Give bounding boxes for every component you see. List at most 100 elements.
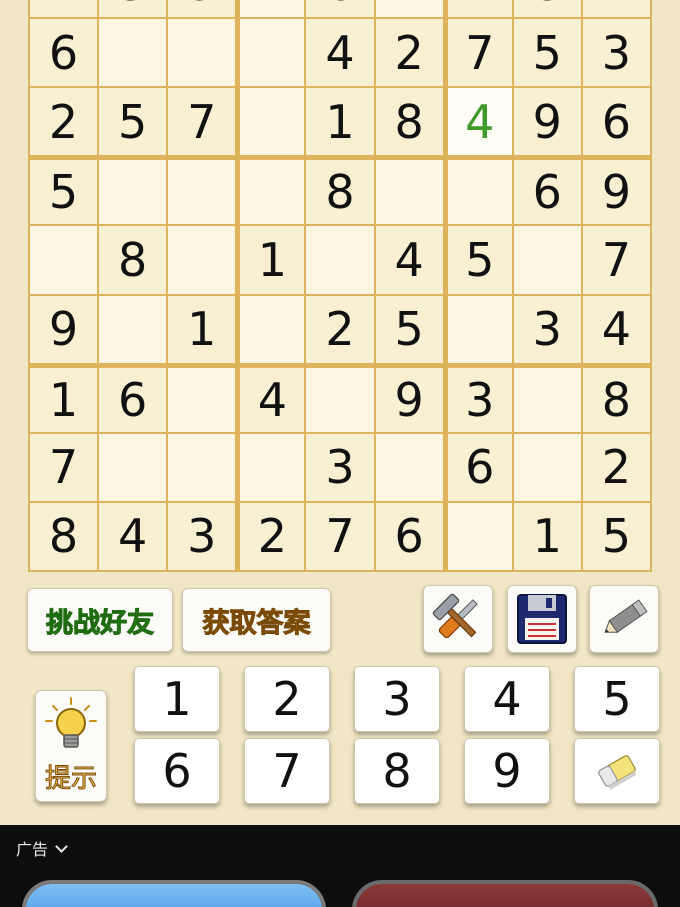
sudoku-cell[interactable] bbox=[237, 295, 305, 363]
sudoku-cell[interactable]: 9 bbox=[582, 157, 650, 225]
sudoku-cell[interactable]: 7 bbox=[582, 226, 650, 294]
sudoku-cell[interactable] bbox=[168, 226, 236, 294]
sudoku-cell[interactable]: 1 bbox=[306, 88, 374, 156]
hint-button[interactable]: 提示 bbox=[35, 690, 107, 802]
pencil-button[interactable] bbox=[589, 585, 659, 653]
sudoku-cell[interactable]: 1 bbox=[30, 364, 98, 432]
sudoku-cell[interactable]: 4 bbox=[582, 295, 650, 363]
sudoku-cell[interactable] bbox=[30, 226, 98, 294]
sudoku-cell[interactable] bbox=[375, 0, 443, 18]
sudoku-cell[interactable] bbox=[168, 364, 236, 432]
sudoku-cell[interactable] bbox=[99, 157, 167, 225]
sudoku-cell[interactable]: 8 bbox=[513, 0, 581, 18]
sudoku-cell[interactable]: 1 bbox=[513, 502, 581, 570]
number-key-9[interactable]: 9 bbox=[464, 738, 550, 804]
number-key-4[interactable]: 4 bbox=[464, 666, 550, 732]
sudoku-cell[interactable] bbox=[237, 433, 305, 501]
sudoku-cell[interactable]: 8 bbox=[306, 157, 374, 225]
sudoku-cell[interactable]: 9 bbox=[375, 364, 443, 432]
challenge-friend-button[interactable]: 挑战好友 bbox=[27, 588, 173, 652]
sudoku-cell[interactable]: 2 bbox=[306, 295, 374, 363]
number-key-2[interactable]: 2 bbox=[244, 666, 330, 732]
sudoku-cell[interactable]: 4 bbox=[99, 502, 167, 570]
sudoku-cell[interactable]: 8 bbox=[99, 226, 167, 294]
ad-button-red[interactable] bbox=[352, 880, 658, 907]
sudoku-cell[interactable]: 6 bbox=[375, 502, 443, 570]
save-button[interactable] bbox=[507, 585, 577, 653]
sudoku-cell[interactable]: 5 bbox=[99, 88, 167, 156]
sudoku-cell[interactable]: 3 bbox=[99, 0, 167, 18]
sudoku-cell[interactable]: 9 bbox=[513, 88, 581, 156]
sudoku-cell[interactable]: 3 bbox=[306, 433, 374, 501]
sudoku-cell[interactable] bbox=[168, 157, 236, 225]
sudoku-cell[interactable]: 4 bbox=[237, 364, 305, 432]
sudoku-cell[interactable]: 6 bbox=[99, 364, 167, 432]
sudoku-cell[interactable]: 7 bbox=[168, 88, 236, 156]
sudoku-cell[interactable] bbox=[444, 157, 512, 225]
sudoku-cell[interactable]: 5 bbox=[513, 19, 581, 87]
sudoku-cell[interactable]: 4 bbox=[306, 19, 374, 87]
chevron-down-icon[interactable] bbox=[55, 840, 68, 853]
sudoku-cell[interactable]: 5 bbox=[582, 502, 650, 570]
sudoku-cell[interactable] bbox=[444, 295, 512, 363]
sudoku-cell[interactable]: 4 bbox=[444, 88, 512, 156]
sudoku-cell[interactable] bbox=[375, 157, 443, 225]
get-answer-button[interactable]: 获取答案 bbox=[182, 588, 331, 652]
sudoku-cell[interactable] bbox=[513, 433, 581, 501]
sudoku-cell[interactable]: 1 bbox=[168, 295, 236, 363]
sudoku-cell[interactable]: 6 bbox=[30, 19, 98, 87]
number-key-8[interactable]: 8 bbox=[354, 738, 440, 804]
ad-banner[interactable]: 广告 bbox=[0, 825, 680, 907]
sudoku-cell[interactable]: 9 bbox=[30, 295, 98, 363]
sudoku-cell[interactable] bbox=[99, 295, 167, 363]
sudoku-cell[interactable]: 8 bbox=[582, 364, 650, 432]
sudoku-cell[interactable]: 5 bbox=[375, 295, 443, 363]
ad-button-blue[interactable] bbox=[22, 880, 326, 907]
sudoku-cell[interactable]: 6 bbox=[306, 0, 374, 18]
sudoku-cell[interactable] bbox=[513, 226, 581, 294]
sudoku-cell[interactable] bbox=[306, 226, 374, 294]
sudoku-cell[interactable]: 1 bbox=[237, 226, 305, 294]
sudoku-cell[interactable] bbox=[168, 433, 236, 501]
sudoku-cell[interactable]: 5 bbox=[30, 157, 98, 225]
sudoku-cell[interactable]: 3 bbox=[168, 502, 236, 570]
sudoku-cell[interactable]: 1 bbox=[30, 0, 98, 18]
sudoku-cell[interactable] bbox=[99, 19, 167, 87]
sudoku-cell[interactable]: 7 bbox=[30, 433, 98, 501]
number-key-3[interactable]: 3 bbox=[354, 666, 440, 732]
sudoku-cell[interactable]: 2 bbox=[582, 433, 650, 501]
sudoku-cell[interactable]: 6 bbox=[582, 88, 650, 156]
number-key-6[interactable]: 6 bbox=[134, 738, 220, 804]
sudoku-cell[interactable]: 9 bbox=[168, 0, 236, 18]
sudoku-cell[interactable] bbox=[237, 19, 305, 87]
number-key-5[interactable]: 5 bbox=[574, 666, 660, 732]
sudoku-cell[interactable]: 4 bbox=[582, 0, 650, 18]
sudoku-cell[interactable]: 7 bbox=[444, 19, 512, 87]
sudoku-cell[interactable]: 3 bbox=[444, 364, 512, 432]
sudoku-cell[interactable] bbox=[168, 19, 236, 87]
sudoku-cell[interactable] bbox=[237, 157, 305, 225]
sudoku-cell[interactable]: 2 bbox=[444, 0, 512, 18]
sudoku-cell[interactable] bbox=[306, 364, 374, 432]
eraser-button[interactable] bbox=[574, 738, 660, 804]
sudoku-cell[interactable] bbox=[375, 433, 443, 501]
sudoku-cell[interactable] bbox=[513, 364, 581, 432]
sudoku-cell[interactable]: 3 bbox=[582, 19, 650, 87]
sudoku-cell[interactable]: 6 bbox=[444, 433, 512, 501]
sudoku-cell[interactable]: 2 bbox=[30, 88, 98, 156]
sudoku-cell[interactable]: 3 bbox=[513, 295, 581, 363]
sudoku-cell[interactable] bbox=[99, 433, 167, 501]
sudoku-cell[interactable]: 5 bbox=[444, 226, 512, 294]
sudoku-cell[interactable]: 2 bbox=[237, 502, 305, 570]
sudoku-cell[interactable]: 4 bbox=[375, 226, 443, 294]
sudoku-cell[interactable] bbox=[444, 502, 512, 570]
sudoku-cell[interactable]: 2 bbox=[375, 19, 443, 87]
sudoku-cell[interactable]: 8 bbox=[30, 502, 98, 570]
sudoku-cell[interactable]: 6 bbox=[513, 157, 581, 225]
tools-button[interactable] bbox=[423, 585, 493, 653]
sudoku-cell[interactable] bbox=[237, 0, 305, 18]
sudoku-cell[interactable] bbox=[237, 88, 305, 156]
sudoku-cell[interactable]: 7 bbox=[306, 502, 374, 570]
number-key-7[interactable]: 7 bbox=[244, 738, 330, 804]
number-key-1[interactable]: 1 bbox=[134, 666, 220, 732]
